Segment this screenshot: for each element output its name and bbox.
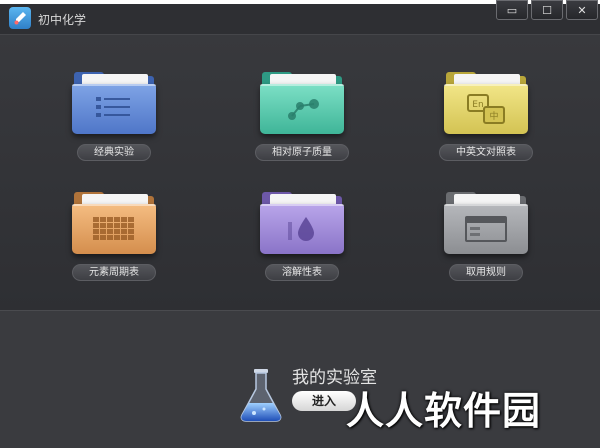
maximize-button[interactable]: ☐ (531, 0, 563, 20)
module-relative-atomic-mass[interactable]: 相对原子质量 (242, 70, 362, 190)
translate-icon: En 中 (467, 94, 505, 124)
molecule-icon (288, 99, 319, 120)
minimize-button[interactable]: ▭ (496, 0, 528, 20)
module-label: 取用规则 (449, 264, 523, 281)
module-label: 溶解性表 (265, 264, 339, 281)
module-solubility-table[interactable]: 溶解性表 (242, 190, 362, 310)
folder-icon (72, 190, 156, 254)
module-grid: 经典实验 相对原子质量 En 中 中英文对照表 元素周期表 溶解性表 取用规则 (0, 34, 600, 310)
window-title: 初中化学 (38, 13, 87, 27)
folder-icon (260, 70, 344, 134)
module-periodic-table[interactable]: 元素周期表 (54, 190, 174, 310)
maximize-icon: ☐ (542, 3, 552, 17)
app-window: 初中化学 ▭ ☐ ✕ 经典实验 相对原子质量 En 中 中英文对照表 元素周期表… (0, 0, 600, 448)
app-logo-icon (9, 7, 31, 29)
translate-en-text: En (472, 100, 483, 110)
translate-cn-text: 中 (489, 110, 498, 122)
module-label: 中英文对照表 (439, 144, 533, 161)
module-chinese-english-table[interactable]: En 中 中英文对照表 (426, 70, 546, 190)
folder-icon (72, 70, 156, 134)
grid-icon (93, 217, 134, 240)
window-icon (465, 216, 507, 242)
watermark-text: 人人软件园 (346, 389, 542, 433)
module-label: 相对原子质量 (255, 144, 349, 161)
drop-icon (288, 217, 314, 241)
module-label: 元素周期表 (72, 264, 156, 281)
folder-icon (444, 190, 528, 254)
module-label: 经典实验 (77, 144, 151, 161)
module-usage-rules[interactable]: 取用规则 (426, 190, 546, 310)
title-bar: 初中化学 ▭ ☐ ✕ (0, 0, 600, 34)
minimize-icon: ▭ (506, 3, 518, 17)
list-icon (96, 97, 130, 117)
close-button[interactable]: ✕ (566, 0, 598, 20)
module-classic-experiments[interactable]: 经典实验 (54, 70, 174, 190)
folder-icon: En 中 (444, 70, 528, 134)
folder-icon (260, 190, 344, 254)
close-icon: ✕ (577, 3, 587, 17)
flask-icon (240, 369, 282, 422)
